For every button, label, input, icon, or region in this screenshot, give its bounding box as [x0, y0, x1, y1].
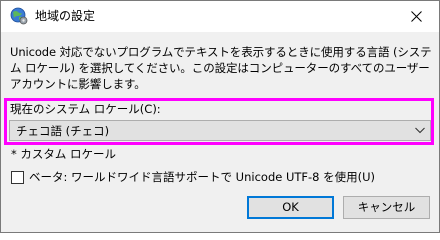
system-locale-value: チェコ語 (チェコ): [16, 124, 110, 138]
beta-utf8-checkbox[interactable]: [11, 170, 24, 184]
system-locale-select[interactable]: チェコ語 (チェコ): [9, 120, 431, 141]
chevron-down-icon: [415, 127, 425, 134]
close-button[interactable]: [393, 1, 439, 32]
window-title: 地域の設定: [35, 9, 96, 23]
system-locale-label: 現在のシステム ロケール(C):: [10, 102, 161, 116]
beta-utf8-label[interactable]: ベータ: ワールドワイド言語サポートで Unicode UTF-8 を使用(U): [29, 170, 375, 184]
cancel-button[interactable]: キャンセル: [343, 196, 430, 219]
globe-settings-icon: [10, 7, 28, 25]
title-bar[interactable]: 地域の設定: [1, 1, 439, 32]
close-icon: [410, 11, 422, 22]
description-text: Unicode 対応でないプログラムでテキストを表示するときに使用する言語 (シ…: [10, 45, 432, 91]
beta-utf8-option[interactable]: ベータ: ワールドワイド言語サポートで Unicode UTF-8 を使用(U): [11, 169, 375, 185]
custom-locale-note: * カスタム ロケール: [11, 147, 117, 161]
region-settings-dialog: 地域の設定 Unicode 対応でないプログラムでテキストを表示するときに使用す…: [0, 0, 440, 233]
ok-button[interactable]: OK: [247, 196, 334, 219]
